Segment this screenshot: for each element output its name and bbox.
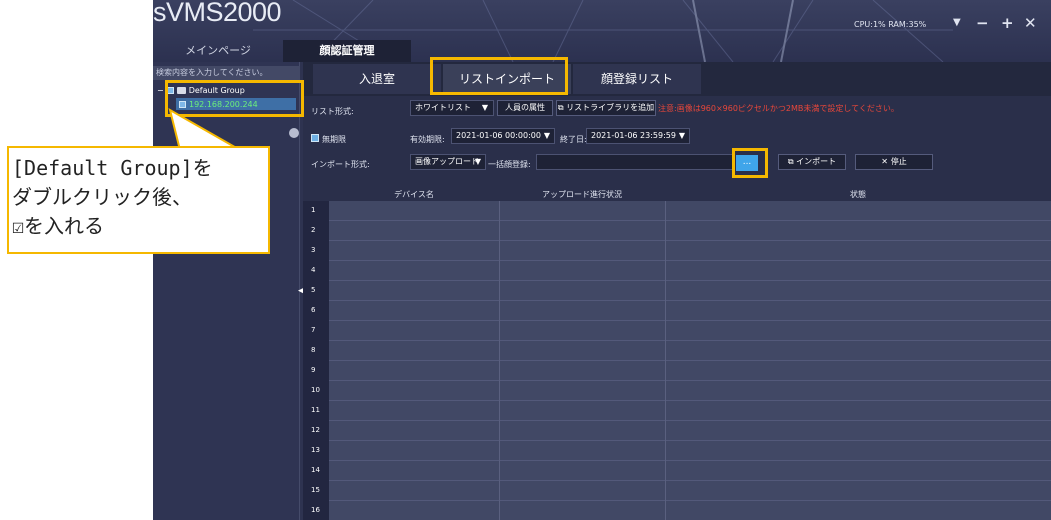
callout-line-2: ダブルクリック後、	[12, 185, 192, 209]
callout-line-1: [Default Group]を	[12, 156, 213, 180]
callout-line-3: ☑を入れる	[12, 214, 105, 238]
instruction-callout: [Default Group]を ダブルクリック後、 ☑を入れる	[7, 146, 270, 254]
callout-pointer	[168, 107, 244, 151]
